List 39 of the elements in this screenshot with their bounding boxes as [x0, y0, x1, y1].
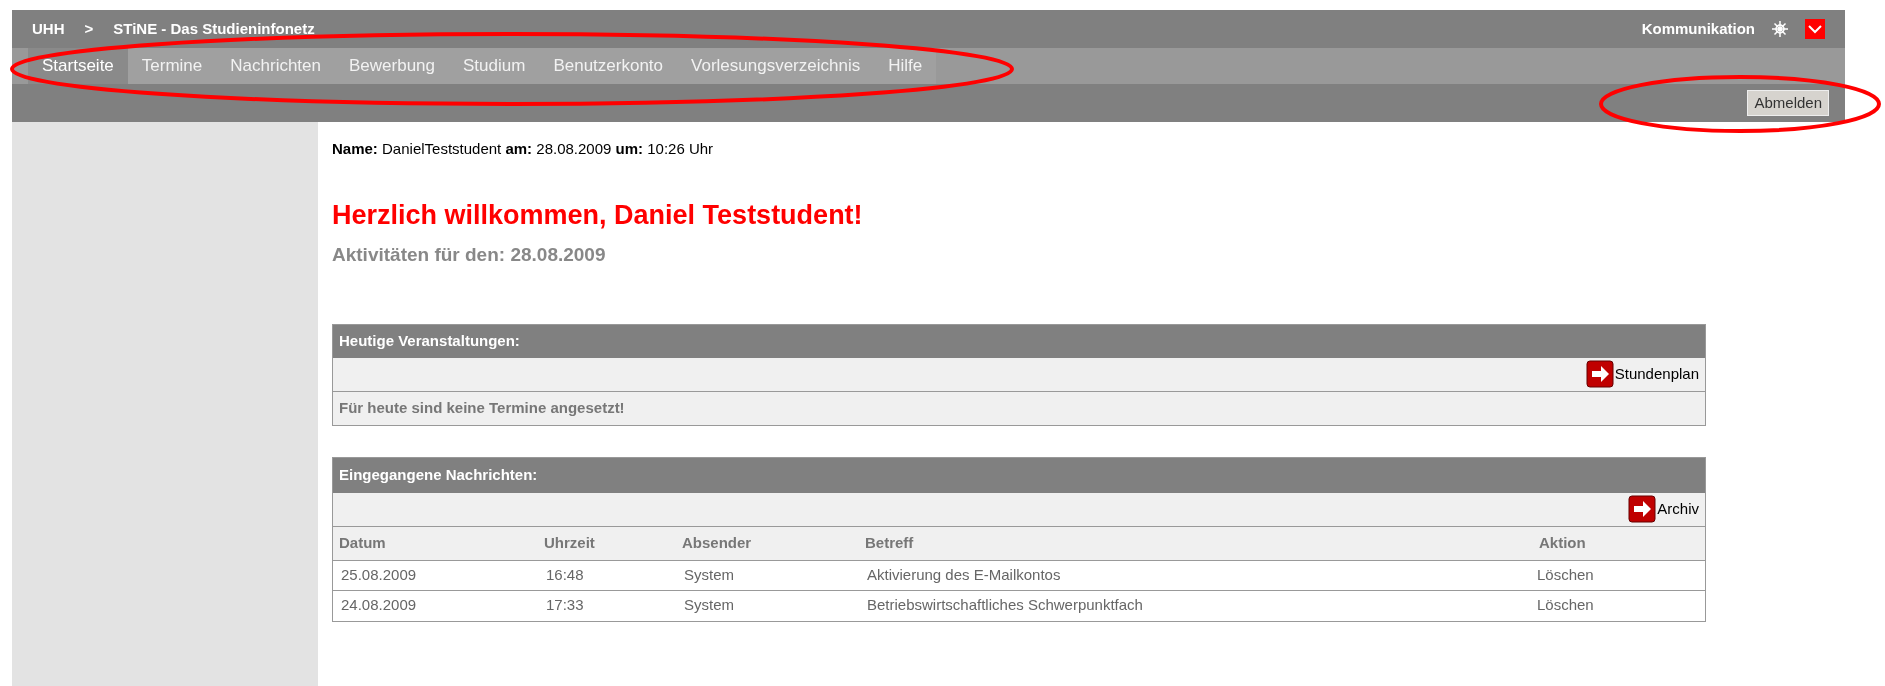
section-header: Heutige Veranstaltungen: [333, 324, 1705, 358]
nav-tab[interactable]: Nachrichten [216, 48, 335, 84]
table-cell-text: 17:33 [546, 595, 585, 616]
arrow-right-icon [1585, 360, 1614, 388]
nav-tab[interactable]: Bewerbung [335, 48, 449, 84]
column-header: Aktion [1539, 532, 1587, 553]
user-info: Name: DanielTeststudent am: 28.08.2009 um: 10:26 Uhr [332, 139, 715, 159]
table-cell-text: 25.08.2009 [341, 564, 418, 585]
table-cell-text: 24.08.2009 [341, 595, 418, 616]
empty-message: Für heute sind keine Termine angesetzt! [339, 397, 625, 418]
delete-link[interactable]: Löschen [1537, 594, 1697, 617]
gear-icon[interactable] [1771, 20, 1789, 38]
table-cell-text: Betriebswirtschaftliches Schwerpunktfach [867, 595, 1144, 616]
activities-heading: Aktivitäten für den: 28.08.2009 [332, 243, 607, 267]
welcome-heading: Herzlich willkommen, Daniel Teststudent! [332, 198, 864, 232]
archive-link[interactable]: Archiv [1628, 495, 1699, 523]
table-cell-text: System [684, 595, 735, 616]
nav-tab[interactable]: Termine [127, 48, 217, 84]
breadcrumb-item[interactable]: STiNE - Das Studieninfonetz [113, 17, 315, 41]
nav-tab[interactable]: Vorlesungsverzeichnis [677, 48, 875, 84]
nav-tab[interactable]: Studium [449, 48, 540, 84]
arrow-right-icon [1628, 495, 1657, 523]
delete-link[interactable]: Löschen [1537, 563, 1697, 587]
communication-link[interactable]: Kommunikation [1641, 17, 1755, 41]
section-header: Eingegangene Nachrichten: [333, 457, 1705, 493]
column-header: Datum [339, 532, 387, 553]
nav-tab[interactable]: Benutzerkonto [539, 48, 678, 84]
table-cell-text: 16:48 [546, 564, 585, 585]
table-cell-text: Aktivierung des E-Mailkontos [867, 564, 1062, 585]
column-header: Absender [682, 532, 753, 553]
logout-button[interactable]: Abmelden [1747, 90, 1829, 116]
column-header: Uhrzeit [544, 532, 596, 553]
breadcrumb-item[interactable]: UHH [32, 17, 65, 41]
nav-tab[interactable]: Hilfe [874, 48, 937, 84]
breadcrumb-item: > [84, 18, 94, 39]
column-header: Betreff [865, 532, 915, 553]
dropdown-icon[interactable] [1805, 19, 1825, 39]
timetable-link[interactable]: Stundenplan [1585, 360, 1699, 388]
table-cell-text: System [684, 564, 735, 585]
